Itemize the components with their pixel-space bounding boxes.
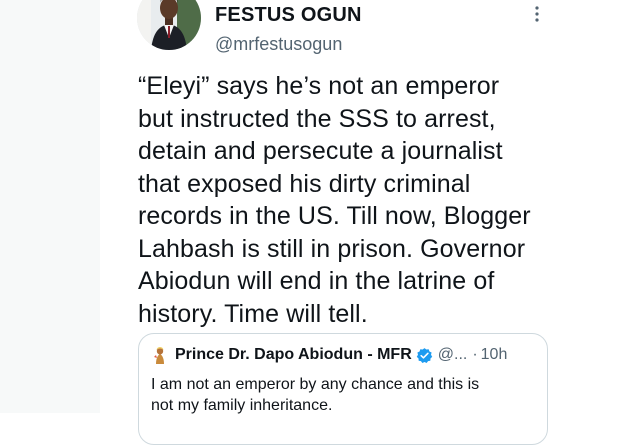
quoted-author-handle[interactable]: @... xyxy=(438,346,468,364)
author-avatar[interactable] xyxy=(137,0,201,50)
separator-dot: · xyxy=(472,346,478,363)
quoted-tweet-text: I am not an emperor by any chance and th… xyxy=(151,376,480,414)
verified-badge-icon xyxy=(416,347,433,364)
quoted-author-avatar-icon[interactable] xyxy=(151,345,169,365)
tweet[interactable]: FESTUS OGUN @mrfestusogun “Eleyi” says h… xyxy=(100,0,640,445)
left-column xyxy=(0,0,101,413)
more-vertical-icon[interactable] xyxy=(529,4,545,24)
quoted-tweet-header: Prince Dr. Dapo Abiodun - MFR @... · 10h xyxy=(151,344,507,366)
quoted-tweet-timestamp[interactable]: 10h xyxy=(481,346,508,364)
tweet-text: “Eleyi” says he’s not an emperor but ins… xyxy=(138,72,531,328)
quoted-author-name[interactable]: Prince Dr. Dapo Abiodun - MFR xyxy=(175,346,412,364)
author-handle[interactable]: @mrfestusogun xyxy=(215,34,342,55)
author-name[interactable]: FESTUS OGUN xyxy=(215,4,362,27)
quoted-tweet[interactable]: Prince Dr. Dapo Abiodun - MFR @... · 10h… xyxy=(138,333,548,445)
